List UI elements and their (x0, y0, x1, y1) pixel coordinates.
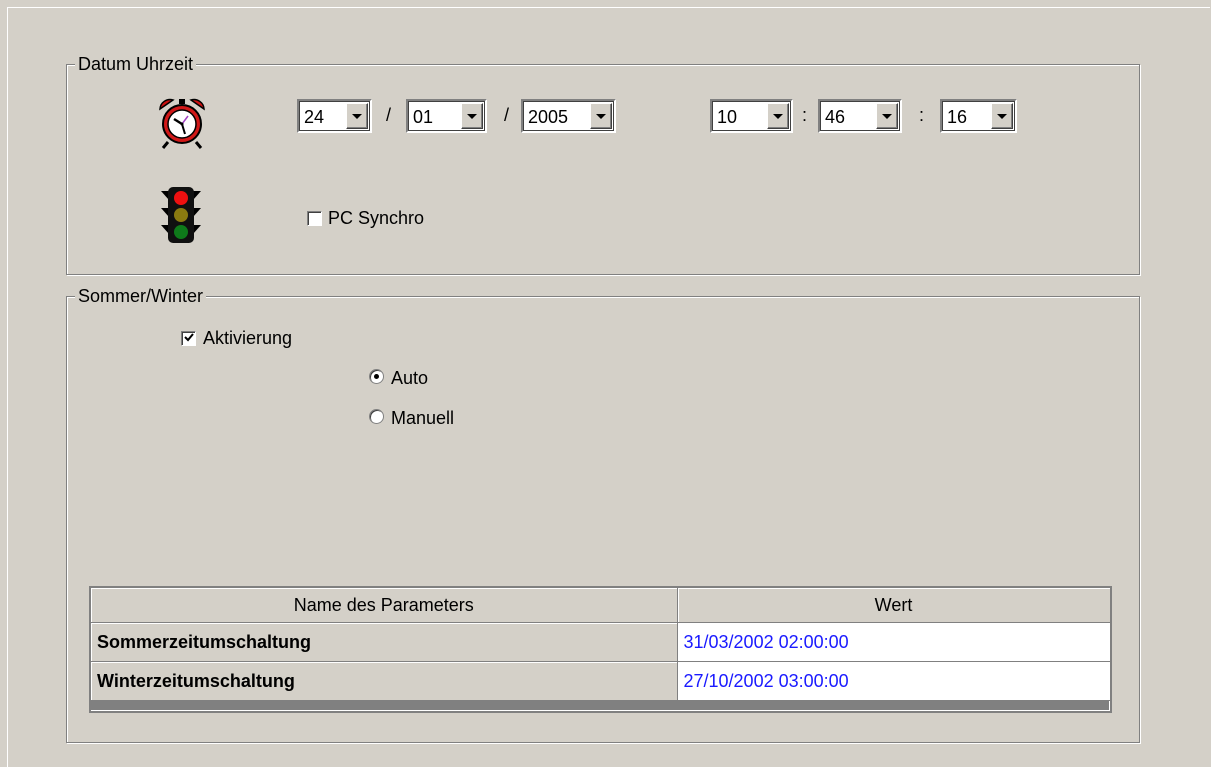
minute-dropdown-arrow-icon[interactable] (876, 103, 898, 129)
table-header-row: Name des Parameters Wert (91, 588, 1111, 623)
parameter-table: Name des Parameters Wert Sommerzeitumsch… (89, 586, 1112, 713)
date-separator-1: / (386, 105, 392, 125)
minute-select[interactable]: 46 (818, 99, 902, 133)
table-row[interactable]: Sommerzeitumschaltung 31/03/2002 02:00:0… (91, 622, 1111, 662)
alarm-clock-icon (159, 98, 205, 149)
second-dropdown-arrow-icon[interactable] (991, 103, 1013, 129)
month-value: 01 (413, 107, 434, 127)
table-row[interactable]: Winterzeitumschaltung 27/10/2002 03:00:0… (91, 661, 1111, 701)
checkmark-icon (184, 333, 194, 342)
date-separator-2: / (504, 105, 510, 125)
param-name-cell: Winterzeitumschaltung (91, 661, 678, 701)
activation-label[interactable]: Aktivierung (203, 327, 292, 349)
month-select[interactable]: 01 (406, 99, 487, 133)
manual-radio[interactable] (369, 409, 384, 424)
year-dropdown-arrow-icon[interactable] (590, 103, 612, 129)
column-header-value[interactable]: Wert (677, 588, 1111, 623)
month-dropdown-arrow-icon[interactable] (461, 103, 483, 129)
hour-select[interactable]: 10 (710, 99, 793, 133)
time-separator-1: : (802, 105, 808, 125)
traffic-light-icon (161, 187, 201, 243)
activation-checkbox[interactable] (181, 331, 196, 346)
param-value-cell[interactable]: 31/03/2002 02:00:00 (677, 622, 1111, 662)
year-select[interactable]: 2005 (521, 99, 616, 133)
day-select[interactable]: 24 (297, 99, 372, 133)
radio-selected-dot (374, 374, 379, 379)
column-header-name[interactable]: Name des Parameters (91, 588, 678, 623)
param-name-cell: Sommerzeitumschaltung (91, 622, 678, 662)
second-select[interactable]: 16 (940, 99, 1017, 133)
year-value: 2005 (528, 107, 569, 127)
pc-synchro-checkbox[interactable] (307, 211, 322, 226)
second-value: 16 (947, 107, 968, 127)
hour-dropdown-arrow-icon[interactable] (767, 103, 789, 129)
minute-value: 46 (825, 107, 846, 127)
summer-winter-group-title: Sommer/Winter (75, 286, 207, 306)
time-separator-2: : (919, 105, 925, 125)
manual-radio-label[interactable]: Manuell (391, 407, 454, 429)
auto-radio-label[interactable]: Auto (391, 367, 428, 389)
datetime-group-title: Datum Uhrzeit (75, 54, 197, 74)
hour-value: 10 (717, 107, 738, 127)
param-value-cell[interactable]: 27/10/2002 03:00:00 (677, 661, 1111, 701)
pc-synchro-label[interactable]: PC Synchro (328, 207, 424, 229)
auto-radio[interactable] (369, 369, 384, 384)
day-dropdown-arrow-icon[interactable] (346, 103, 368, 129)
day-value: 24 (304, 107, 325, 127)
datetime-group: Datum Uhrzeit (66, 54, 1140, 275)
